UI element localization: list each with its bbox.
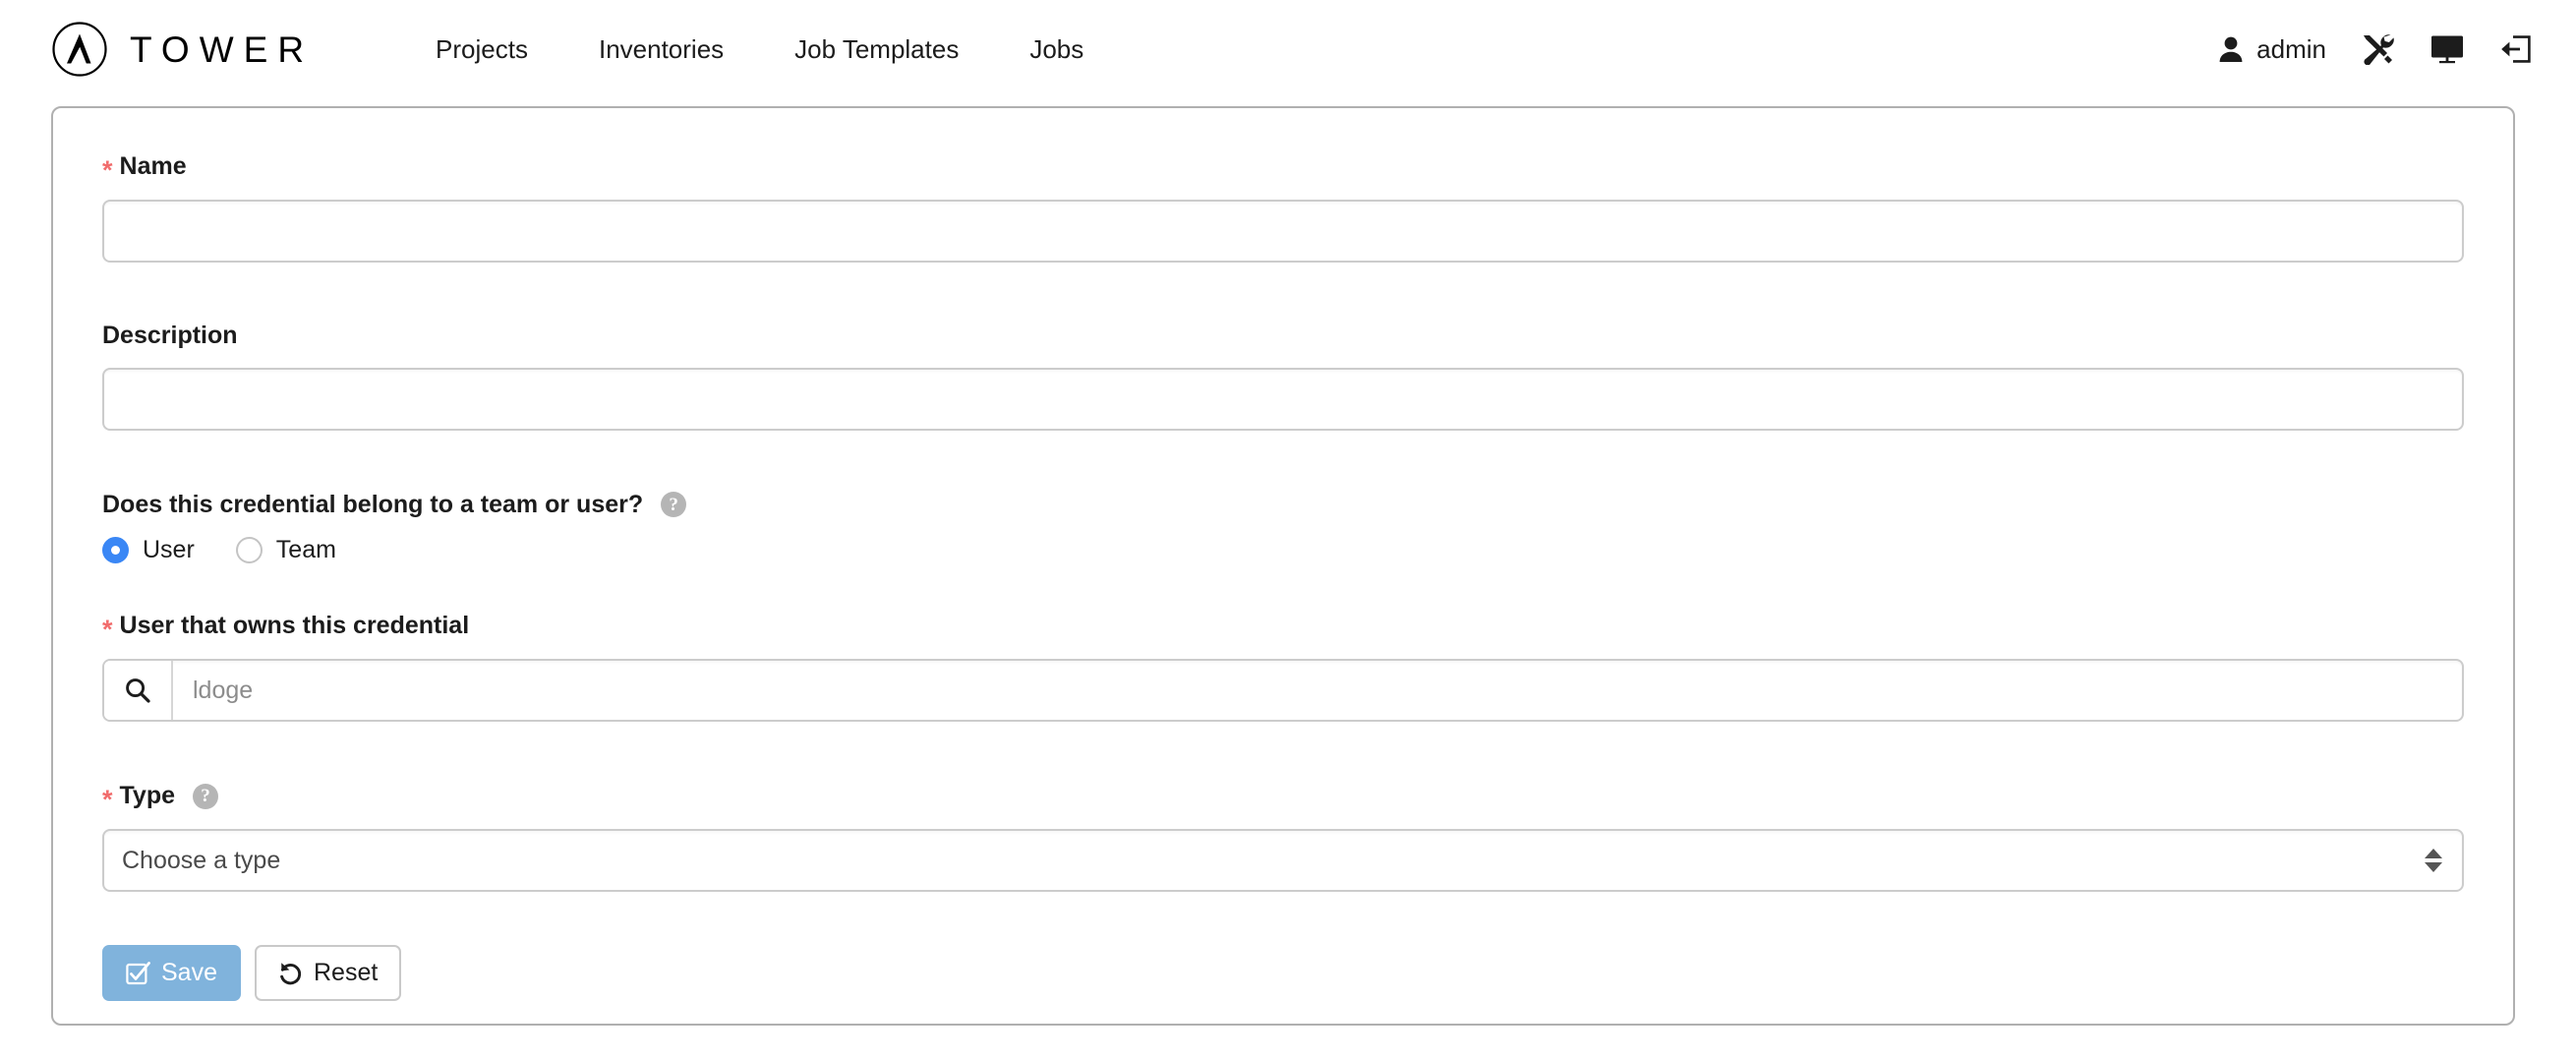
check-square-icon [126, 962, 150, 985]
nav-projects[interactable]: Projects [400, 36, 563, 62]
tools-icon [2364, 34, 2394, 65]
nav-job-templates[interactable]: Job Templates [759, 36, 994, 62]
credential-form-panel: * Name Description Does this credential … [51, 106, 2515, 1026]
monitor-icon [2431, 35, 2463, 64]
radio-label-user: User [143, 536, 195, 563]
brand-logo[interactable]: TOWER [51, 21, 318, 78]
radio-indicator-user[interactable] [102, 537, 129, 563]
nav-jobs[interactable]: Jobs [994, 36, 1119, 62]
label-type: * Type ? [102, 782, 2464, 813]
help-circle-icon[interactable]: ? [661, 492, 687, 517]
required-asterisk-type: * [102, 785, 113, 814]
owner-input[interactable] [173, 661, 2462, 720]
owner-lookup-group [102, 659, 2464, 722]
label-owner-text: User that owns this credential [119, 612, 470, 639]
primary-nav: Projects Inventories Job Templates Jobs [400, 36, 1119, 62]
user-icon [2219, 36, 2243, 62]
nav-inventories[interactable]: Inventories [563, 36, 759, 62]
ownership-radio-group: User Team [102, 537, 2464, 563]
label-ownership: Does this credential belong to a team or… [102, 492, 2464, 517]
top-navigation-bar: TOWER Projects Inventories Job Templates… [0, 0, 2576, 98]
field-name: * Name [102, 153, 2464, 263]
undo-arrow-icon [280, 963, 302, 985]
top-nav-actions: admin [2200, 0, 2548, 98]
search-icon [126, 678, 150, 703]
label-description-text: Description [102, 322, 238, 349]
logout-button[interactable] [2482, 0, 2548, 98]
radio-label-team: Team [275, 536, 336, 563]
owner-search-button[interactable] [104, 661, 173, 720]
logout-icon [2501, 35, 2531, 63]
field-type: * Type ? Choose a type [102, 783, 2464, 892]
required-asterisk-owner: * [102, 615, 113, 644]
radio-option-user[interactable]: User [102, 537, 195, 563]
required-asterisk-name: * [102, 155, 113, 185]
reset-button[interactable]: Reset [254, 945, 402, 1001]
help-circle-icon[interactable]: ? [193, 783, 219, 809]
description-input[interactable] [102, 368, 2464, 431]
name-input[interactable] [102, 200, 2464, 263]
reset-button-label: Reset [313, 959, 379, 986]
label-type-text: Type [119, 782, 176, 809]
current-user-menu[interactable]: admin [2200, 35, 2344, 63]
label-owner: * User that owns this credential [102, 612, 2464, 643]
save-button-label: Save [161, 959, 217, 986]
field-owner: * User that owns this credential [102, 613, 2464, 722]
monitor-button[interactable] [2413, 0, 2482, 98]
label-name-text: Name [119, 152, 187, 180]
label-name: * Name [102, 152, 2464, 184]
brand-name: TOWER [130, 29, 315, 70]
radio-indicator-team[interactable] [235, 537, 263, 563]
radio-option-team[interactable]: Team [235, 536, 336, 563]
type-select[interactable]: Choose a type [102, 829, 2464, 892]
settings-tools-button[interactable] [2344, 0, 2413, 98]
form-actions: Save Reset [102, 945, 2464, 1001]
label-description: Description [102, 324, 2464, 348]
current-user-name: admin [2256, 34, 2326, 64]
label-ownership-text: Does this credential belong to a team or… [102, 490, 644, 518]
type-select-wrapper: Choose a type [102, 829, 2464, 892]
field-ownership: Does this credential belong to a team or… [102, 492, 2464, 563]
save-button[interactable]: Save [102, 945, 241, 1001]
ansible-tower-logo-icon [52, 22, 107, 77]
field-description: Description [102, 324, 2464, 431]
